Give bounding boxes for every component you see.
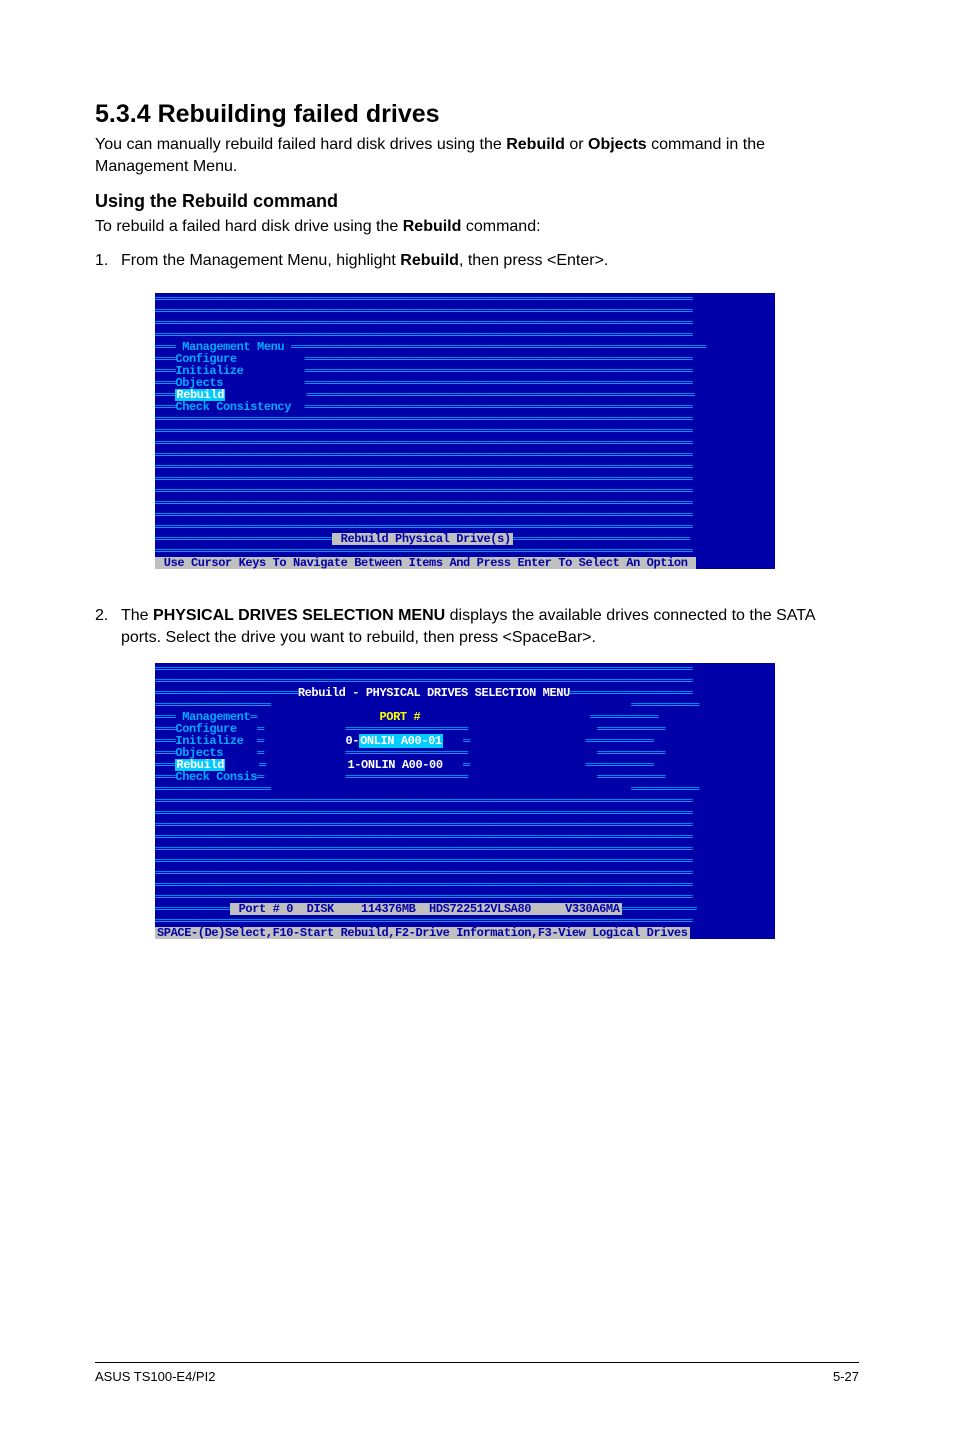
bios1-configure: Configure <box>175 353 236 365</box>
step-2: 2. The PHYSICAL DRIVES SELECTION MENU di… <box>95 605 859 650</box>
footer-left: ASUS TS100-E4/PI2 <box>95 1369 215 1384</box>
section-title: 5.3.4 Rebuilding failed drives <box>95 100 859 129</box>
bios1-check: Check Consistency <box>175 401 291 413</box>
step-1-content: From the Management Menu, highlight Rebu… <box>121 250 859 272</box>
section-heading: Rebuilding failed drives <box>158 100 440 128</box>
page-footer: ASUS TS100-E4/PI2 5-27 <box>95 1362 859 1384</box>
bios2-hint: SPACE-(De)Select,F10-Start Rebuild,F2-Dr… <box>155 927 690 939</box>
bios-screenshot-2: ════════════════════════════════════════… <box>155 663 775 939</box>
bios-screenshot-1: ════════════════════════════════════════… <box>155 293 775 569</box>
bios1-action-bar: Rebuild Physical Drive(s) <box>332 533 513 545</box>
step1-pre: From the Management Menu, highlight <box>121 252 400 269</box>
step-1: 1. From the Management Menu, highlight R… <box>95 250 859 272</box>
sub-bold: Rebuild <box>403 218 462 235</box>
intro-paragraph: You can manually rebuild failed hard dis… <box>95 134 859 179</box>
bios1-rebuild-highlighted: Rebuild <box>175 389 225 401</box>
bios1-objects: Objects <box>175 377 223 389</box>
subheading: Using the Rebuild command <box>95 191 859 212</box>
step-2-num: 2. <box>95 605 121 650</box>
intro-pre: You can manually rebuild failed hard dis… <box>95 136 506 153</box>
step2-bold: PHYSICAL DRIVES SELECTION MENU <box>153 607 445 624</box>
intro-mid: or <box>565 136 588 153</box>
step1-bold: Rebuild <box>400 252 459 269</box>
intro-bold-rebuild: Rebuild <box>506 136 565 153</box>
step-2-content: The PHYSICAL DRIVES SELECTION MENU displ… <box>121 605 859 650</box>
footer-right: 5-27 <box>833 1369 859 1384</box>
bios1-menu-title: Management Menu <box>182 341 284 353</box>
subheading-line: To rebuild a failed hard disk drive usin… <box>95 216 859 238</box>
sub-post: command: <box>461 218 540 235</box>
step1-post: , then press <Enter>. <box>459 252 608 269</box>
bios1-initialize: Initialize <box>175 365 243 377</box>
step2-pre: The <box>121 607 153 624</box>
section-number: 5.3.4 <box>95 100 151 128</box>
step-1-num: 1. <box>95 250 121 272</box>
intro-bold-objects: Objects <box>588 136 647 153</box>
sub-pre: To rebuild a failed hard disk drive usin… <box>95 218 403 235</box>
bios1-hint: Use Cursor Keys To Navigate Between Item… <box>155 557 696 569</box>
